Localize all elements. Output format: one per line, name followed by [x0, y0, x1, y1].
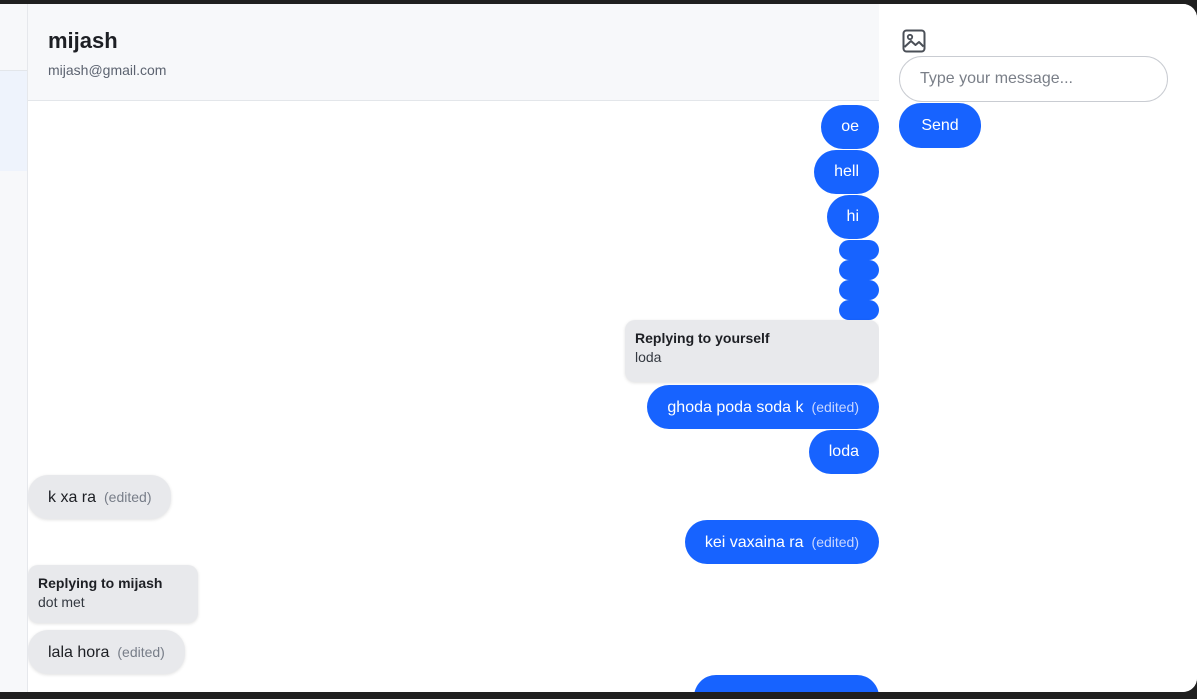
edited-label: (edited) — [811, 534, 859, 550]
outgoing-message[interactable]: hell — [814, 150, 879, 194]
edited-label: (edited) — [811, 399, 859, 415]
chat-panel: mijash mijash@gmail.com oe hell hi Reply… — [28, 4, 879, 692]
outgoing-message-empty[interactable] — [839, 280, 879, 300]
reply-title: Replying to yourself — [635, 330, 770, 346]
message-text: hell — [834, 163, 859, 180]
incoming-message[interactable]: lala hora (edited) — [28, 630, 185, 674]
outgoing-message-partial[interactable] — [694, 675, 879, 692]
message-text: oe — [841, 118, 859, 135]
edited-label: (edited) — [104, 489, 152, 505]
composer-panel: Send — [879, 4, 1197, 692]
app-window: mijash mijash@gmail.com oe hell hi Reply… — [0, 4, 1197, 692]
sidebar — [0, 4, 28, 692]
send-button[interactable]: Send — [899, 103, 981, 148]
message-text: loda — [828, 443, 859, 460]
outgoing-message[interactable]: hi — [826, 195, 879, 239]
edited-label: (edited) — [117, 644, 165, 660]
message-text: lala hora — [48, 644, 110, 661]
reply-text: dot met — [38, 594, 85, 610]
message-text: k xa ra — [48, 489, 97, 506]
outgoing-message-empty[interactable] — [839, 300, 879, 320]
outgoing-message[interactable]: loda — [808, 430, 879, 474]
message-text: hi — [846, 208, 859, 225]
message-input[interactable] — [899, 56, 1168, 102]
reply-quote[interactable]: Replying to yourself loda — [625, 320, 879, 382]
reply-title: Replying to mijash — [38, 575, 163, 591]
outgoing-message[interactable]: oe — [821, 105, 879, 149]
reply-quote[interactable]: Replying to mijash dot met — [28, 565, 198, 623]
contact-email: mijash@gmail.com — [48, 62, 167, 78]
outgoing-message[interactable]: ghoda poda soda k (edited) — [647, 385, 879, 429]
outgoing-message[interactable]: kei vaxaina ra (edited) — [684, 520, 879, 564]
sidebar-header — [0, 4, 27, 71]
outgoing-message-empty[interactable] — [839, 240, 879, 260]
chat-header: mijash mijash@gmail.com — [28, 4, 879, 101]
contact-name: mijash — [48, 28, 118, 53]
reply-text: loda — [635, 349, 662, 365]
image-upload-icon[interactable] — [901, 28, 927, 54]
message-text: ghoda poda soda k — [667, 399, 804, 416]
message-list[interactable]: oe hell hi Replying to yourself loda gho… — [28, 101, 879, 692]
sidebar-active-conversation[interactable] — [0, 71, 27, 171]
incoming-message[interactable]: k xa ra (edited) — [28, 475, 172, 519]
message-text: kei vaxaina ra — [704, 534, 804, 551]
outgoing-message-empty[interactable] — [839, 260, 879, 280]
image-icon — [902, 29, 926, 53]
